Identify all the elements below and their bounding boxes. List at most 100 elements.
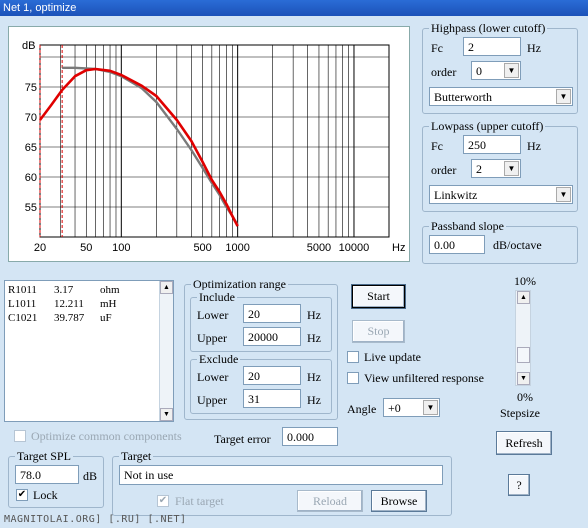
include-lower-label: Lower xyxy=(197,308,229,322)
optimization-range-group: Optimization range Include Lower 20 Hz U… xyxy=(184,277,338,420)
chevron-down-icon[interactable]: ▼ xyxy=(504,161,519,176)
lowpass-fc-input[interactable]: 250 xyxy=(463,135,521,154)
filtered-response-line xyxy=(38,67,239,227)
browse-button[interactable]: Browse xyxy=(371,490,427,512)
chevron-down-icon[interactable]: ▼ xyxy=(423,400,438,415)
x-tick-label: 100 xyxy=(112,242,130,254)
highpass-type-value: Butterworth xyxy=(434,90,492,104)
include-group: Include Lower 20 Hz Upper 20000 Hz xyxy=(190,290,332,352)
flat-target-label: Flat target xyxy=(175,494,224,508)
chevron-down-icon[interactable]: ▼ xyxy=(504,63,519,78)
highpass-type-select[interactable]: Butterworth ▼ xyxy=(429,87,573,106)
x-tick-label: 20 xyxy=(34,242,46,254)
step-top-label: 10% xyxy=(514,274,536,288)
live-update-label: Live update xyxy=(364,350,421,364)
angle-select[interactable]: +0 ▼ xyxy=(383,398,440,417)
target-error-input[interactable]: 0.000 xyxy=(282,427,338,446)
x-tick-label: 1000 xyxy=(225,242,249,254)
lock-label: Lock xyxy=(33,488,58,502)
target-spl-unit: dB xyxy=(83,469,98,483)
highpass-order-label: order xyxy=(431,65,457,79)
stepsize-label: Stepsize xyxy=(500,406,540,420)
y-axis-label: dB xyxy=(22,40,35,52)
target-file-input[interactable]: Not in use xyxy=(119,465,443,485)
include-lower-unit: Hz xyxy=(307,308,321,322)
target-error-label: Target error xyxy=(214,432,271,446)
scroll-down-icon[interactable]: ▼ xyxy=(160,408,173,421)
target-spl-group: Target SPL 78.0 dB ✔ Lock xyxy=(8,449,104,508)
optimize-common-checkbox[interactable] xyxy=(14,430,26,442)
help-button[interactable]: ? xyxy=(508,474,530,496)
y-tick-label: 75 xyxy=(25,82,37,94)
reload-button[interactable]: Reload xyxy=(297,490,363,512)
exclude-lower-unit: Hz xyxy=(307,370,321,384)
chevron-down-icon[interactable]: ▼ xyxy=(556,89,571,104)
scroll-down-icon[interactable]: ▼ xyxy=(517,372,530,385)
component-list[interactable]: R1011 3.17 ohm L1011 12.211 mH C1021 39.… xyxy=(4,280,174,422)
passband-unit: dB/octave xyxy=(493,238,542,252)
target-group: Target Not in use ✔ Flat target Reload B… xyxy=(112,449,452,516)
y-tick-label: 65 xyxy=(25,142,37,154)
stop-button[interactable]: Stop xyxy=(352,320,405,343)
refresh-button[interactable]: Refresh xyxy=(496,431,552,455)
plot-frame xyxy=(39,44,390,238)
lowpass-order-label: order xyxy=(431,163,457,177)
y-tick-label: 55 xyxy=(25,202,37,214)
stepsize-scrollbar[interactable]: ▲ ▼ xyxy=(515,290,531,386)
highpass-order-select[interactable]: 0 ▼ xyxy=(471,61,521,80)
x-tick-label: 50 xyxy=(80,242,92,254)
chart-svg: 75 70 65 60 55 20 50 100 500 1000 5000 10000 dB Hz xyxy=(22,40,405,254)
chevron-down-icon[interactable]: ▼ xyxy=(556,187,571,202)
y-tick-label: 60 xyxy=(25,172,37,184)
exclude-upper-label: Upper xyxy=(197,393,227,407)
window-title: Net 1, optimize xyxy=(3,2,77,14)
include-upper-input[interactable]: 20000 xyxy=(243,327,301,346)
scroll-up-icon[interactable]: ▲ xyxy=(160,281,173,294)
optimize-common-label: Optimize common components xyxy=(31,429,182,443)
step-bottom-label: 0% xyxy=(517,390,533,404)
exclude-group: Exclude Lower 20 Hz Upper 31 Hz xyxy=(190,352,332,414)
watermark-text: MAGNITOLAI.ORG] [.RU] [.NET] xyxy=(4,514,187,525)
highpass-group: Highpass (lower cutoff) Fc 2 Hz order 0 … xyxy=(422,21,578,114)
highpass-fc-input[interactable]: 2 xyxy=(463,37,521,56)
window-titlebar: Net 1, optimize xyxy=(0,0,588,16)
start-button[interactable]: Start xyxy=(351,284,406,309)
lowpass-order-select[interactable]: 2 ▼ xyxy=(471,159,521,178)
stepsize-thumb[interactable] xyxy=(517,347,530,363)
highpass-fc-unit: Hz xyxy=(527,41,541,55)
include-lower-input[interactable]: 20 xyxy=(243,304,301,323)
scroll-up-icon[interactable]: ▲ xyxy=(517,291,530,304)
flat-target-checkbox[interactable]: ✔ xyxy=(157,495,169,507)
angle-label: Angle xyxy=(347,402,377,416)
exclude-lower-input[interactable]: 20 xyxy=(243,366,301,385)
frequency-response-chart: 75 70 65 60 55 20 50 100 500 1000 5000 10000 dB Hz xyxy=(8,26,410,262)
highpass-order-value: 0 xyxy=(476,64,482,78)
target-legend: Target xyxy=(119,449,154,464)
lock-checkbox[interactable]: ✔ xyxy=(16,489,28,501)
passband-legend: Passband slope xyxy=(429,219,506,234)
target-spl-legend: Target SPL xyxy=(15,449,73,464)
live-update-checkbox[interactable] xyxy=(347,351,359,363)
x-tick-label: 5000 xyxy=(307,242,331,254)
view-unfiltered-checkbox[interactable] xyxy=(347,372,359,384)
list-scrollbar[interactable]: ▲ ▼ xyxy=(159,281,173,421)
passband-slope-input[interactable]: 0.00 xyxy=(429,235,485,254)
lowpass-type-select[interactable]: Linkwitz ▼ xyxy=(429,185,573,204)
highpass-fc-label: Fc xyxy=(431,41,443,55)
x-tick-label: 500 xyxy=(193,242,211,254)
angle-value: +0 xyxy=(388,401,401,415)
lowpass-order-value: 2 xyxy=(476,162,482,176)
exclude-upper-unit: Hz xyxy=(307,393,321,407)
lowpass-legend: Lowpass (upper cutoff) xyxy=(429,119,546,134)
include-upper-unit: Hz xyxy=(307,331,321,345)
highpass-legend: Highpass (lower cutoff) xyxy=(429,21,548,36)
x-axis-label: Hz xyxy=(392,242,405,254)
target-spl-input[interactable]: 78.0 xyxy=(15,465,79,484)
exclude-legend: Exclude xyxy=(197,352,241,367)
passband-group: Passband slope 0.00 dB/octave xyxy=(422,219,578,264)
exclude-upper-input[interactable]: 31 xyxy=(243,389,301,408)
include-legend: Include xyxy=(197,290,237,305)
lowpass-type-value: Linkwitz xyxy=(434,188,478,202)
lowpass-fc-unit: Hz xyxy=(527,139,541,153)
y-tick-label: 70 xyxy=(25,112,37,124)
